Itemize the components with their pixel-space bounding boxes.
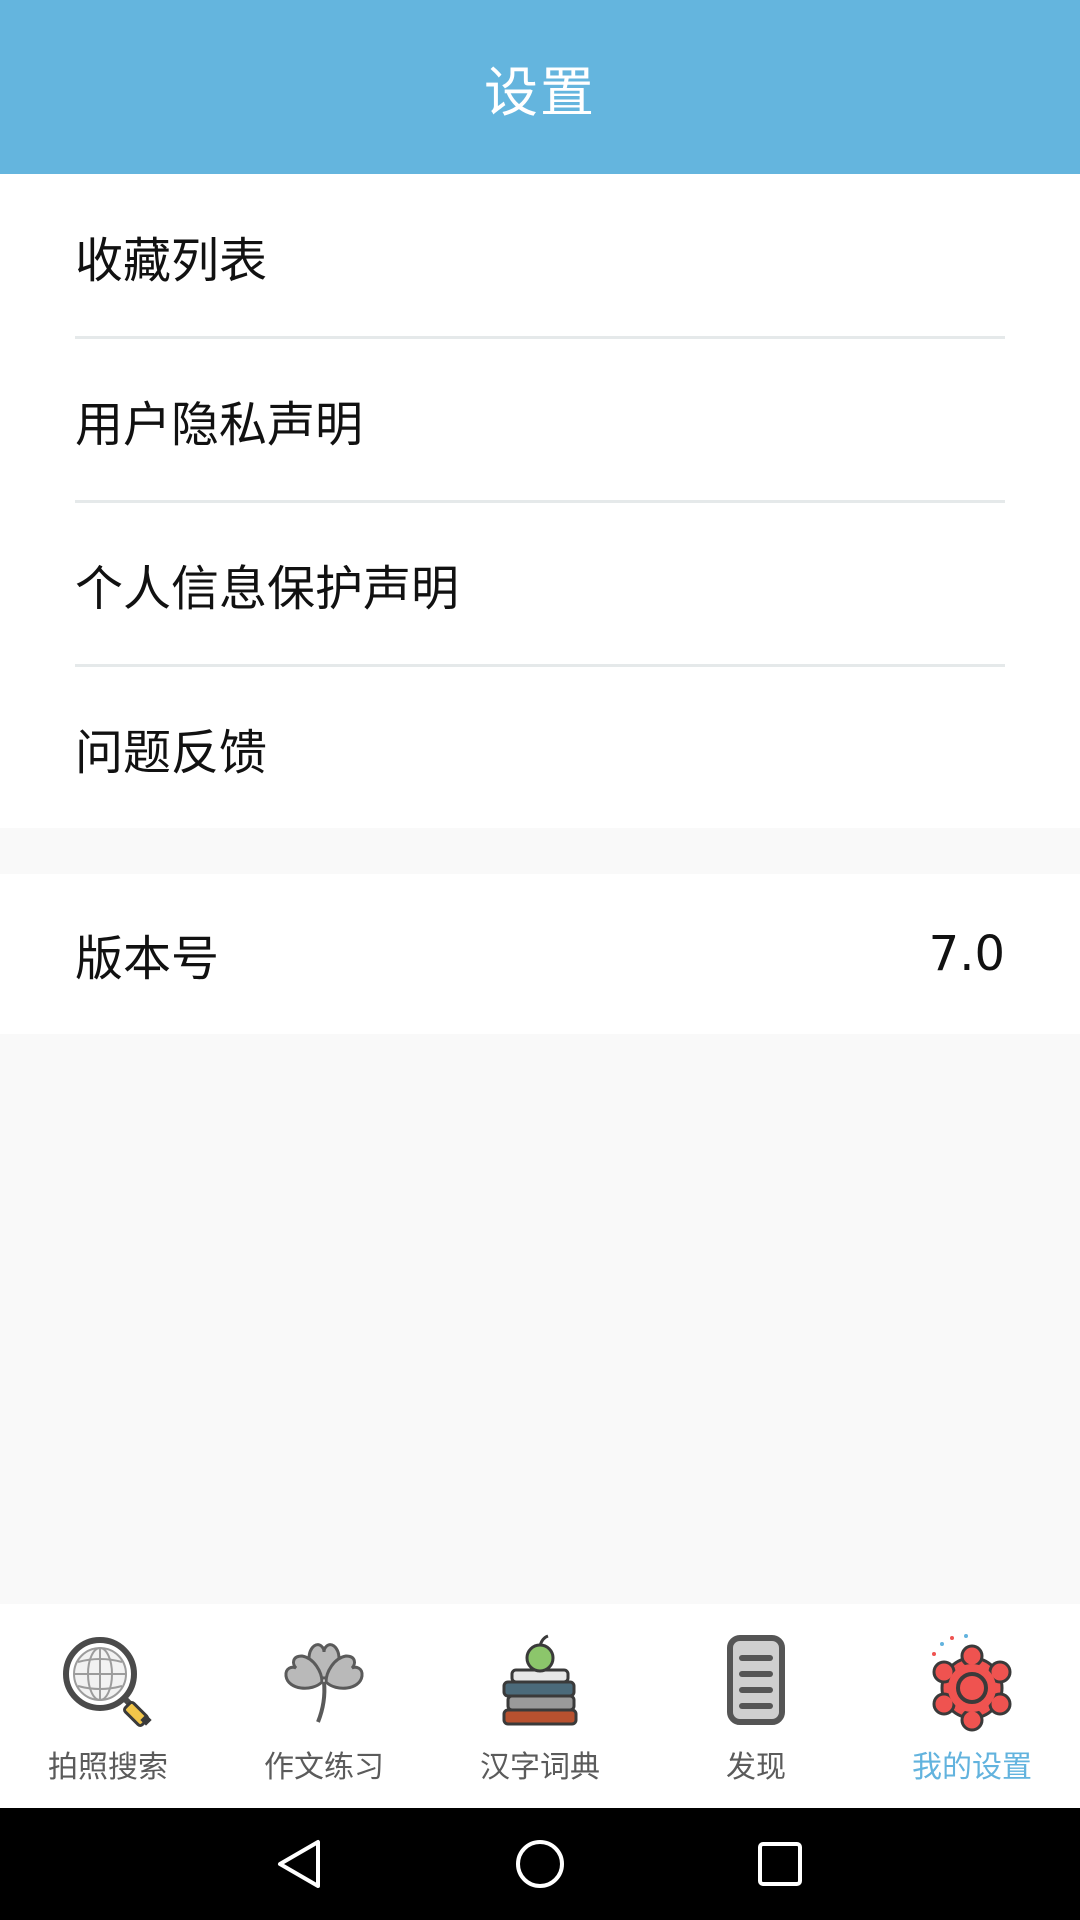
system-navigation-bar	[0, 1808, 1080, 1920]
tab-label: 我的设置	[912, 1750, 1032, 1785]
personal-info-protection-item[interactable]: 个人信息保护声明	[0, 502, 1080, 666]
personal-info-protection-label: 个人信息保护声明	[75, 561, 460, 617]
version-value: 7.0	[928, 926, 1005, 982]
tab-label: 汉字词典	[480, 1750, 600, 1785]
version-label: 版本号	[75, 931, 220, 987]
feedback-item[interactable]: 问题反馈	[0, 666, 1080, 830]
globe-magnifier-icon	[63, 1637, 152, 1727]
favorites-list-item[interactable]: 收藏列表	[0, 174, 1080, 338]
favorites-list-label: 收藏列表	[75, 233, 268, 289]
tab-essay-practice[interactable]: 作文练习	[216, 1604, 432, 1808]
settings-list: 收藏列表 用户隐私声明 个人信息保护声明 问题反馈	[0, 174, 1080, 828]
feedback-label: 问题反馈	[75, 725, 268, 781]
tab-discover[interactable]: 发现	[648, 1604, 864, 1808]
recents-square-icon[interactable]	[750, 1834, 810, 1894]
title-bar: 设置	[0, 0, 1080, 174]
home-circle-icon[interactable]	[510, 1834, 570, 1894]
tab-chinese-dictionary[interactable]: 汉字词典	[432, 1604, 648, 1808]
back-triangle-icon[interactable]	[270, 1834, 330, 1894]
books-apple-icon	[502, 1634, 578, 1726]
version-row: 版本号 7.0	[0, 874, 1080, 1034]
user-privacy-statement-item[interactable]: 用户隐私声明	[0, 338, 1080, 502]
document-icon	[727, 1635, 785, 1725]
version-section: 版本号 7.0	[0, 874, 1080, 1034]
tab-photo-search[interactable]: 拍照搜索	[0, 1604, 216, 1808]
tab-label: 发现	[726, 1750, 786, 1785]
tab-label: 作文练习	[264, 1750, 384, 1785]
tab-label: 拍照搜索	[48, 1750, 168, 1785]
user-privacy-statement-label: 用户隐私声明	[75, 397, 364, 453]
clover-icon	[284, 1643, 364, 1723]
page-title: 设置	[484, 60, 596, 124]
bottom-tab-bar: 拍照搜索 作文练习 汉字词典 发现 我的设置	[0, 1604, 1080, 1808]
gear-icon	[932, 1634, 1012, 1732]
tab-my-settings[interactable]: 我的设置	[864, 1604, 1080, 1808]
